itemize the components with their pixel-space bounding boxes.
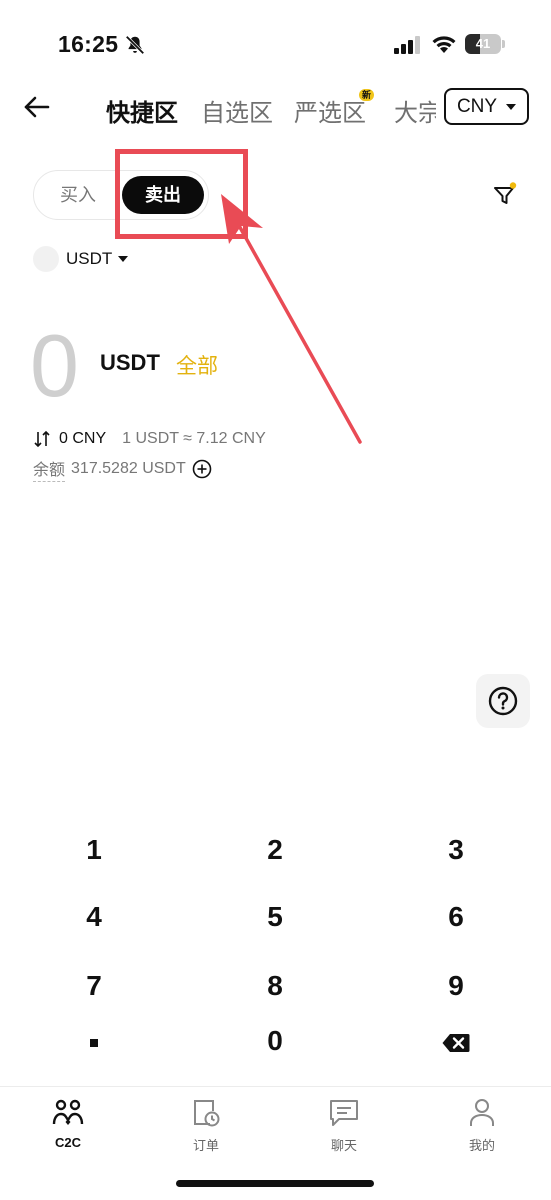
chat-icon — [330, 1100, 358, 1126]
orders-icon — [194, 1100, 220, 1127]
header: 快捷区 自选区 严选区 新 大宗 CNY — [0, 80, 551, 136]
back-arrow-icon[interactable] — [22, 92, 52, 122]
backspace-icon — [442, 1033, 470, 1052]
key-decimal[interactable] — [4, 1011, 184, 1071]
currency-selector[interactable]: CNY — [444, 88, 529, 125]
key-3[interactable]: 3 — [366, 820, 546, 880]
nav-chat[interactable]: 聊天 — [294, 1097, 394, 1154]
home-indicator — [176, 1180, 374, 1187]
tab-favorites-zone[interactable]: 自选区 — [201, 93, 273, 128]
balance-value: 317.5282 USDT — [71, 460, 186, 477]
tab-selected-zone[interactable]: 严选区 — [294, 93, 366, 128]
battery-percent: 41 — [475, 36, 491, 51]
balance-row: 余额 317.5282 USDT — [33, 456, 212, 482]
key-9[interactable]: 9 — [366, 956, 546, 1016]
question-icon — [488, 686, 518, 716]
filter-icon[interactable] — [492, 182, 518, 208]
status-bar: 16:25 41 — [0, 0, 551, 90]
key-4[interactable]: 4 — [4, 887, 184, 947]
coin-symbol: USDT — [66, 249, 113, 268]
key-6[interactable]: 6 — [366, 887, 546, 947]
key-backspace[interactable] — [366, 1011, 546, 1071]
battery-cap — [502, 40, 505, 48]
currency-label: CNY — [456, 95, 498, 117]
nav-profile-label: 我的 — [468, 1138, 495, 1153]
new-badge: 新 — [359, 89, 375, 101]
balance-label: 余额 — [33, 456, 66, 482]
nav-chat-label: 聊天 — [330, 1138, 357, 1153]
add-circle-icon[interactable] — [192, 459, 212, 479]
profile-icon — [470, 1099, 494, 1126]
key-2[interactable]: 2 — [185, 820, 365, 880]
buy-tab[interactable]: 买入 — [34, 171, 122, 219]
tab-quick-zone[interactable]: 快捷区 — [106, 93, 178, 128]
coin-icon — [33, 246, 59, 272]
amount-unit: USDT — [100, 350, 160, 375]
caret-down-icon — [118, 256, 129, 262]
nav-c2c[interactable]: C2C — [18, 1097, 118, 1150]
swap-vertical-icon[interactable] — [33, 430, 51, 448]
key-0[interactable]: 0 — [185, 1011, 365, 1071]
conversion-row: 0 CNY 1 USDT ≈ 7.12 CNY — [33, 430, 266, 448]
market-tabs: 快捷区 自选区 严选区 新 大宗 — [106, 80, 436, 136]
tab-bulk-zone[interactable]: 大宗 — [394, 93, 436, 128]
battery-indicator: 41 — [465, 34, 501, 54]
nav-profile[interactable]: 我的 — [432, 1097, 532, 1154]
key-1[interactable]: 1 — [4, 820, 184, 880]
c2c-users-icon — [52, 1099, 84, 1125]
key-5[interactable]: 5 — [185, 887, 365, 947]
annotation-highlight-box — [115, 149, 248, 239]
cellular-signal-icon — [394, 36, 420, 54]
all-amount-button[interactable]: 全部 — [176, 350, 218, 380]
nav-orders-label: 订单 — [192, 1138, 219, 1153]
status-time: 16:25 — [58, 31, 119, 57]
muted-bell-icon — [125, 35, 145, 55]
key-7[interactable]: 7 — [4, 956, 184, 1016]
decimal-dot-icon — [90, 1038, 98, 1047]
amount-input[interactable]: 0 — [30, 318, 79, 414]
nav-orders[interactable]: 订单 — [156, 1097, 256, 1154]
help-button[interactable] — [476, 674, 530, 728]
converted-amount: 0 CNY — [59, 430, 107, 447]
exchange-rate: 1 USDT ≈ 7.12 CNY — [122, 430, 266, 447]
coin-selector[interactable]: USDT — [33, 245, 129, 273]
caret-down-icon — [506, 103, 517, 110]
wifi-icon — [432, 36, 456, 53]
key-8[interactable]: 8 — [185, 956, 365, 1016]
numeric-keypad: 1 2 3 4 5 6 7 8 9 0 — [0, 820, 551, 1070]
nav-c2c-label: C2C — [54, 1135, 81, 1150]
